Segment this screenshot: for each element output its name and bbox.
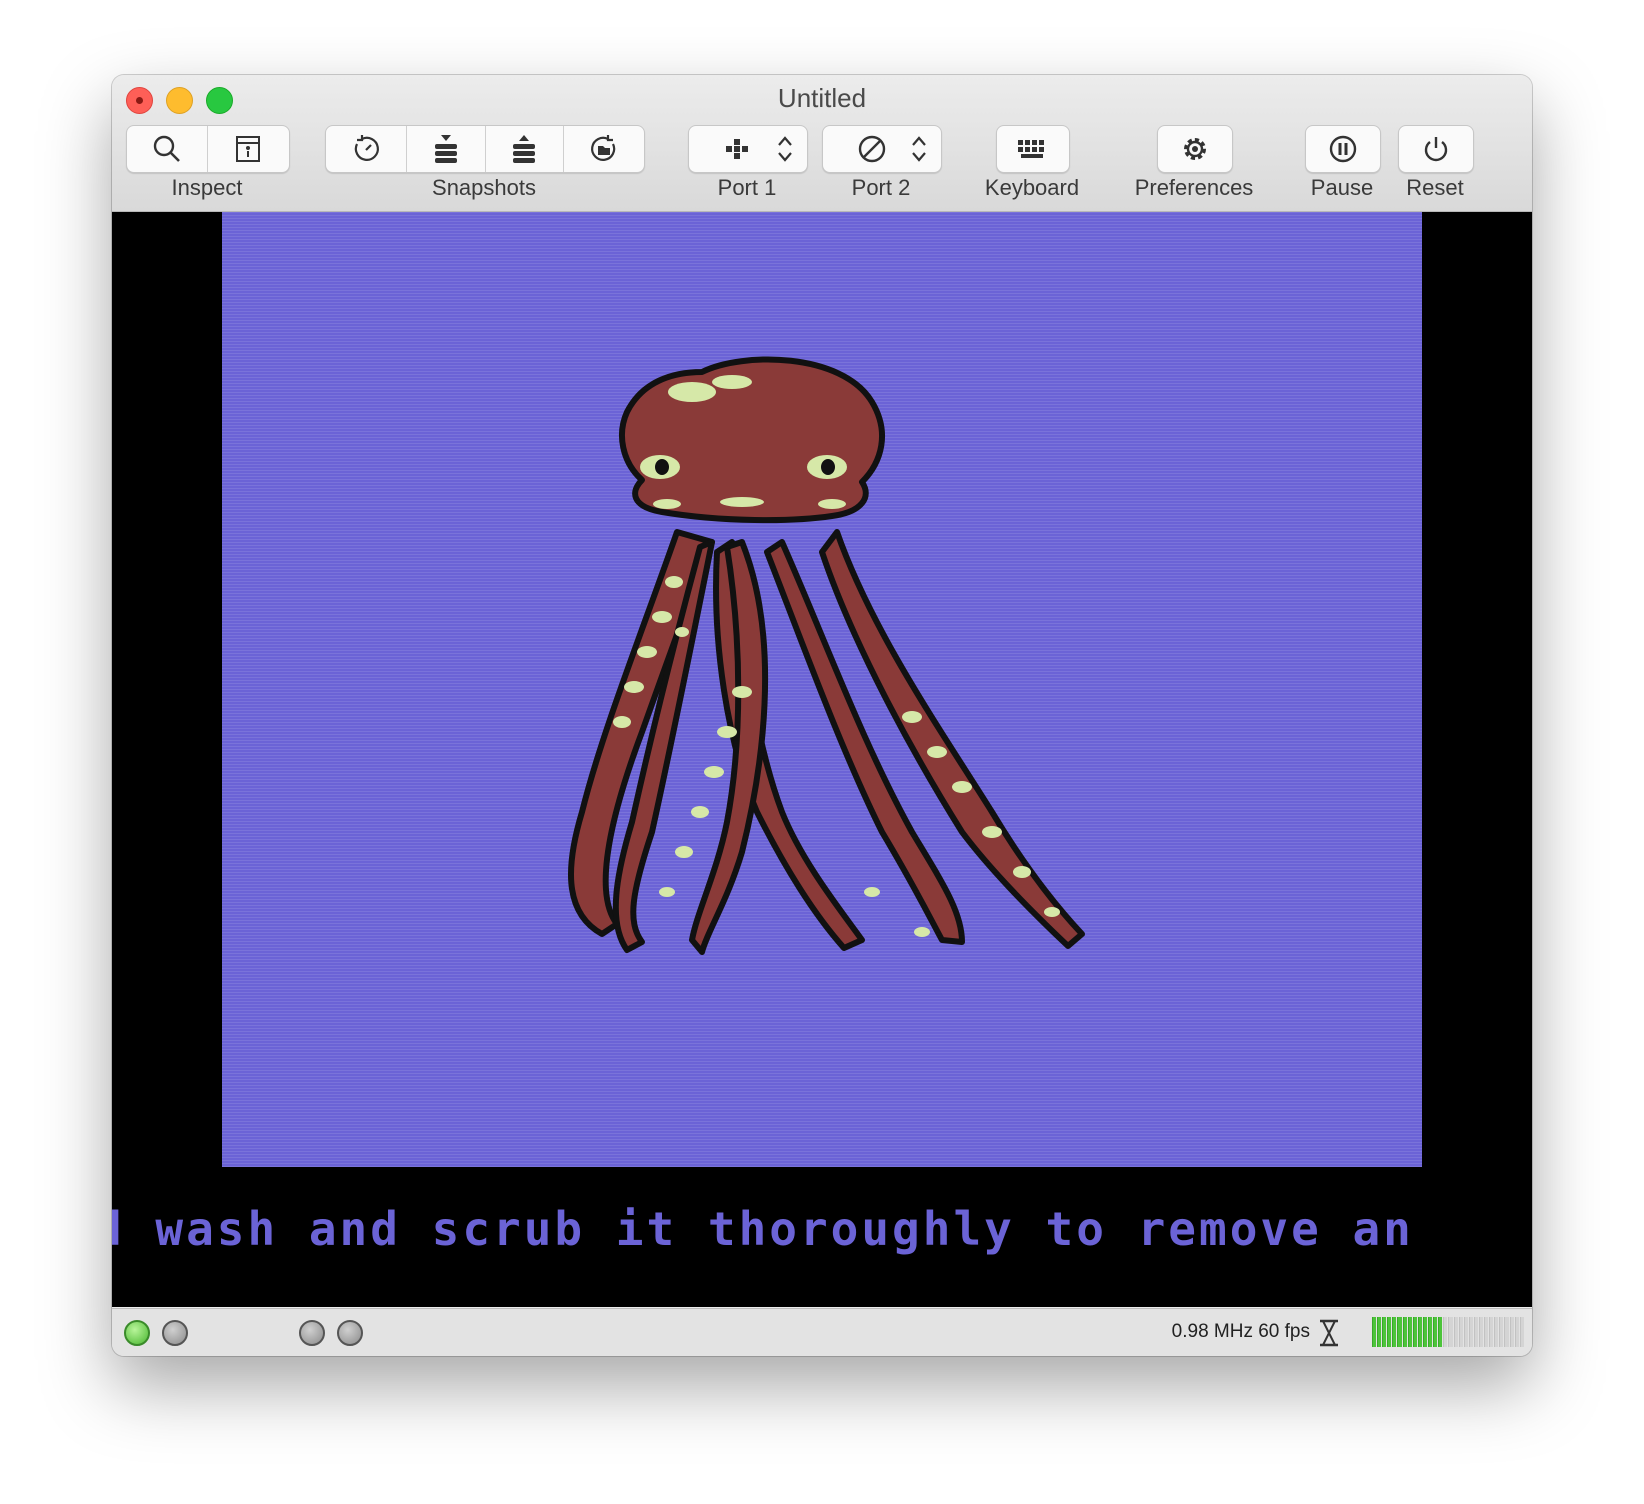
activity-meter-bar [1468, 1317, 1473, 1347]
inspect-button[interactable] [127, 126, 208, 172]
activity-meter-bar [1402, 1317, 1407, 1347]
activity-meter-bar [1484, 1317, 1489, 1347]
keyboard-button[interactable] [997, 126, 1069, 172]
window-title: Untitled [777, 83, 867, 113]
speed-readout[interactable]: 0.98 MHz 60 fps [1172, 1321, 1310, 1343]
activity-meter-bar [1372, 1317, 1377, 1347]
activity-meter-bar [1377, 1317, 1382, 1347]
restore-snapshot-icon [513, 135, 536, 163]
activity-meter-bar [1407, 1317, 1412, 1347]
activity-meter [1372, 1317, 1524, 1347]
gear-icon [1184, 138, 1206, 160]
activity-meter-bar [1463, 1317, 1468, 1347]
none-icon [858, 135, 886, 163]
pause-label: Pause [1310, 175, 1374, 200]
emulator-display[interactable]: d wash and scrub it thoroughly to remove… [112, 212, 1532, 1307]
restore-snapshot-button[interactable] [486, 126, 565, 172]
magnifier-icon [153, 135, 180, 162]
activity-meter-bar [1422, 1317, 1428, 1347]
octopus-image [568, 356, 1085, 955]
port2-label: Port 2 [851, 175, 911, 200]
emulator-window: Untitled Inspect Snapshots Port 1 Port 2… [112, 75, 1532, 1356]
keyboard-icon [1018, 140, 1044, 158]
activity-meter-bar [1453, 1317, 1458, 1347]
activity-meter-bar [1499, 1317, 1504, 1347]
inspector-panel-button[interactable] [208, 126, 288, 172]
activity-meter-bar [1458, 1317, 1463, 1347]
preferences-label: Preferences [1134, 175, 1254, 200]
inspector-panel-icon [236, 136, 260, 162]
snapshots-label: Snapshots [432, 175, 536, 200]
snapshot-browser-button[interactable] [564, 126, 644, 172]
titlebar: Untitled Inspect Snapshots Port 1 Port 2… [112, 75, 1532, 212]
scrolling-message: d wash and scrub it thoroughly to remove… [112, 1202, 1414, 1256]
activity-meter-bar [1473, 1317, 1478, 1347]
drive-led-4 [337, 1320, 363, 1346]
inspect-label: Inspect [171, 175, 243, 200]
snapshot-browser-icon [591, 135, 616, 161]
take-snapshot-button[interactable] [407, 126, 486, 172]
keyboard-label: Keyboard [984, 175, 1080, 200]
activity-meter-bar [1519, 1317, 1524, 1347]
port1-popup-button[interactable] [689, 126, 807, 172]
preferences-button[interactable] [1158, 126, 1232, 172]
activity-meter-bar [1392, 1317, 1397, 1347]
joystick-icon [726, 139, 748, 159]
activity-meter-bar [1478, 1317, 1484, 1347]
pause-group [1305, 125, 1381, 173]
power-led [124, 1320, 150, 1346]
reset-label: Reset [1406, 175, 1464, 200]
chevron-updown-icon [778, 136, 792, 162]
snapshots-group [325, 125, 645, 173]
c64-screen[interactable] [222, 212, 1422, 1167]
activity-meter-bar [1412, 1317, 1417, 1347]
status-bar: 0.98 MHz 60 fps [112, 1308, 1532, 1356]
reset-button[interactable] [1399, 126, 1473, 172]
take-snapshot-icon [434, 135, 457, 163]
pause-button[interactable] [1306, 126, 1380, 172]
activity-meter-bar [1448, 1317, 1453, 1347]
inspect-group [126, 125, 290, 173]
activity-meter-bar [1438, 1317, 1443, 1347]
activity-meter-bar [1509, 1317, 1514, 1347]
activity-meter-bar [1382, 1317, 1387, 1347]
activity-meter-bar [1443, 1317, 1448, 1347]
hourglass-icon[interactable] [1318, 1319, 1340, 1347]
snapshot-clock-icon [354, 135, 379, 161]
activity-meter-bar [1417, 1317, 1422, 1347]
activity-meter-bar [1489, 1317, 1494, 1347]
preferences-group [1157, 125, 1233, 173]
activity-meter-bar [1397, 1317, 1402, 1347]
keyboard-group [996, 125, 1070, 173]
pause-icon [1329, 135, 1357, 163]
drive-led-3 [299, 1320, 325, 1346]
port1-label: Port 1 [717, 175, 777, 200]
activity-meter-bar [1387, 1317, 1392, 1347]
reset-group [1398, 125, 1474, 173]
activity-meter-bar [1433, 1317, 1438, 1347]
port2-popup-button[interactable] [823, 126, 941, 172]
port2-popup[interactable] [822, 125, 942, 173]
snapshot-timer-button[interactable] [326, 126, 407, 172]
power-icon [1424, 137, 1448, 162]
activity-meter-bar [1428, 1317, 1433, 1347]
port1-popup[interactable] [688, 125, 808, 173]
drive8-led [162, 1320, 188, 1346]
activity-meter-bar [1504, 1317, 1509, 1347]
chevron-updown-icon [912, 136, 926, 162]
activity-meter-bar [1514, 1317, 1519, 1347]
activity-meter-bar [1494, 1317, 1499, 1347]
